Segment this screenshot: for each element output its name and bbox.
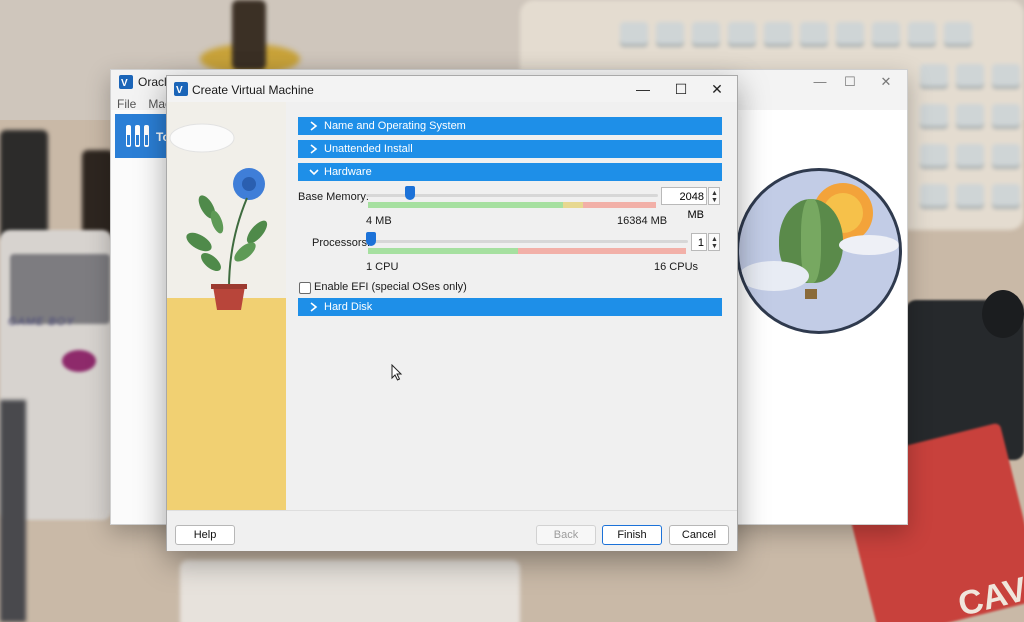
base-memory-spin-arrows[interactable]: ▲ ▼	[708, 187, 720, 205]
create-vm-dialog: V Create Virtual Machine — ☐ ✕ Name and …	[166, 75, 738, 551]
section-name-os[interactable]: Name and Operating System	[298, 117, 722, 135]
base-memory-spinbox[interactable]: 2048 MB	[661, 187, 707, 221]
enable-efi-label[interactable]: Enable EFI (special OSes only)	[314, 281, 467, 293]
plant-illustration	[169, 123, 268, 310]
processors-scale	[368, 248, 686, 254]
dialog-titlebar[interactable]: V Create Virtual Machine — ☐ ✕	[167, 76, 737, 102]
background-joystick	[232, 0, 266, 70]
chevron-right-icon	[310, 121, 318, 131]
base-memory-slider-thumb[interactable]	[405, 186, 416, 200]
chevron-right-icon	[310, 144, 318, 154]
spin-down-icon[interactable]: ▼	[711, 197, 718, 204]
enable-efi-checkbox[interactable]	[299, 282, 311, 294]
section-unattended-label: Unattended Install	[324, 143, 413, 155]
minimize-button[interactable]: —	[805, 73, 835, 91]
background-object	[0, 130, 48, 240]
welcome-balloon-illustration	[736, 168, 902, 334]
close-button[interactable]: ✕	[871, 73, 901, 91]
maximize-button[interactable]: ☐	[835, 73, 865, 91]
svg-text:V: V	[176, 85, 183, 96]
wizard-body: Name and Operating System Unattended Ins…	[286, 102, 737, 510]
virtualbox-logo-icon: V	[174, 82, 188, 96]
finish-button[interactable]: Finish	[602, 525, 662, 545]
chevron-down-icon	[309, 169, 319, 176]
spin-up-icon[interactable]: ▲	[711, 236, 718, 243]
virtualbox-logo-icon: V	[119, 75, 133, 89]
processors-slider-thumb[interactable]	[366, 232, 376, 246]
cancel-button[interactable]: Cancel	[669, 525, 729, 545]
processors-label: Processors:	[312, 237, 371, 249]
base-memory-scale	[368, 202, 656, 208]
base-memory-max-label: 16384 MB	[617, 215, 668, 227]
processors-spin-arrows[interactable]: ▲ ▼	[708, 233, 720, 251]
minimize-button[interactable]: —	[625, 79, 661, 99]
background-knob	[982, 290, 1024, 338]
base-memory-min-label: 4 MB	[366, 215, 392, 227]
menu-file[interactable]: File	[117, 97, 136, 111]
section-hardware[interactable]: Hardware	[298, 163, 722, 181]
base-memory-label: Base Memory:	[298, 191, 369, 203]
processors-min-label: 1 CPU	[366, 261, 399, 273]
close-button[interactable]: ✕	[699, 79, 735, 99]
sidebar-item-tools[interactable]: To	[115, 114, 171, 158]
chevron-right-icon	[310, 302, 318, 312]
section-unattended[interactable]: Unattended Install	[298, 140, 722, 158]
section-hard-disk[interactable]: Hard Disk	[298, 298, 722, 316]
wizard-illustration	[167, 102, 286, 510]
help-button[interactable]: Help	[175, 525, 235, 545]
processors-spinbox[interactable]: 1	[691, 233, 707, 251]
back-button[interactable]: Back	[536, 525, 596, 545]
section-hardware-label: Hardware	[324, 166, 372, 178]
manager-sidebar: To	[111, 110, 174, 524]
background-object	[0, 400, 26, 622]
tools-icon	[126, 125, 149, 147]
maximize-button[interactable]: ☐	[663, 79, 699, 99]
spin-up-icon[interactable]: ▲	[711, 190, 718, 197]
section-hard-disk-label: Hard Disk	[324, 301, 373, 313]
svg-text:V: V	[121, 78, 128, 89]
dialog-footer: Help Back Finish Cancel	[167, 510, 737, 551]
processors-max-label: 16 CPUs	[654, 261, 699, 273]
gameboy-logo-text: GAME BOY	[8, 316, 75, 328]
section-name-os-label: Name and Operating System	[324, 120, 466, 132]
background-object	[180, 560, 520, 622]
mouse-pointer-icon	[391, 364, 403, 381]
dialog-title: Create Virtual Machine	[192, 83, 314, 97]
processors-slider[interactable]	[366, 240, 688, 243]
spin-down-icon[interactable]: ▼	[711, 243, 718, 250]
